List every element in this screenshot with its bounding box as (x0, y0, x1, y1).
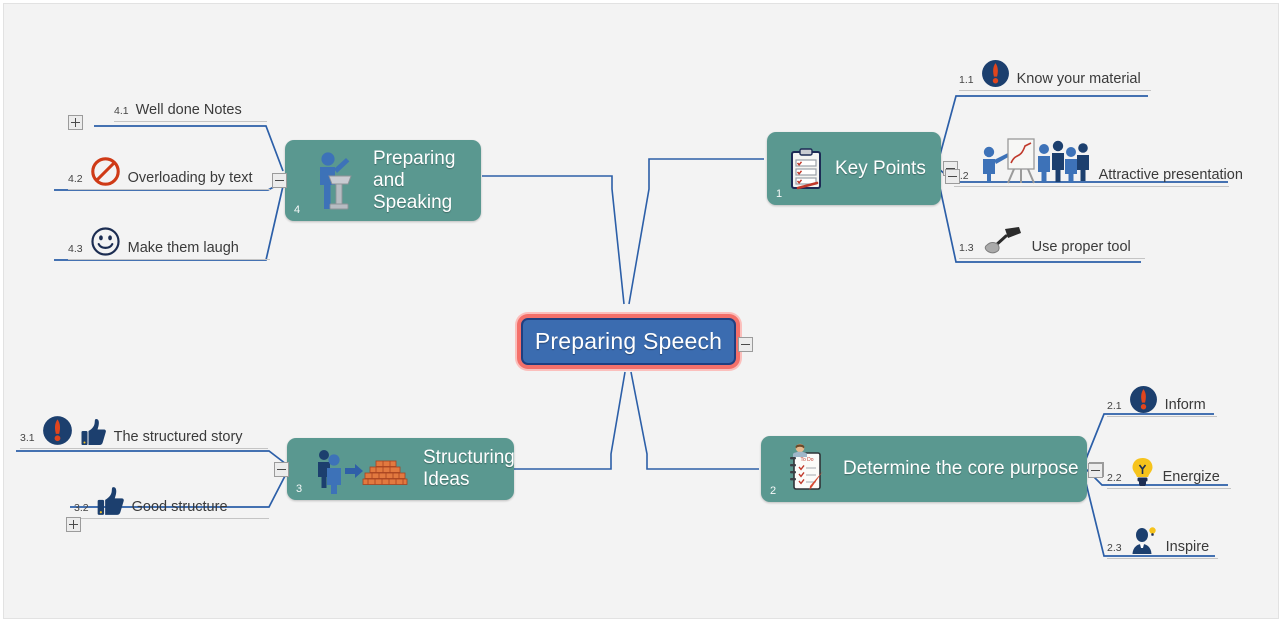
leaf-inform[interactable]: 2.1 Inform (1107, 385, 1217, 417)
leaf-label: Make them laugh (127, 240, 239, 256)
leaf-overloading-by-text[interactable]: 4.2 Overloading by text (68, 156, 270, 190)
topic-label: Structuring Ideas (423, 447, 515, 490)
person-idea-icon (1129, 526, 1159, 556)
plus-icon (72, 520, 75, 529)
speaker-podium-icon (309, 150, 359, 212)
leaf-number: 4.1 (114, 105, 129, 117)
leaf-label: Overloading by text (127, 170, 253, 186)
leaf-underline (1107, 416, 1217, 417)
leaf-underline (1107, 558, 1218, 559)
leaf-label: Inform (1164, 397, 1206, 413)
leaf-underline (954, 186, 1229, 187)
minus-icon (741, 343, 750, 346)
leaf-number: 3.2 (74, 502, 89, 514)
leaf-well-done-notes[interactable]: 4.1 Well done Notes (114, 102, 267, 122)
topic-number: 2 (770, 485, 777, 497)
lightbulb-icon (1129, 456, 1156, 486)
leaf-label: Know your material (1016, 71, 1141, 87)
leaf-number: 2.2 (1107, 472, 1122, 484)
todo-list-person-icon: To Do (783, 443, 829, 495)
leaf-well-done-notes-expand-button[interactable] (68, 115, 83, 130)
leaf-good-structure[interactable]: 3.2 Good structure (74, 486, 269, 519)
leaf-good-structure-expand-button[interactable] (66, 517, 81, 532)
leaf-underline (20, 448, 268, 449)
leaf-label: Good structure (131, 499, 228, 515)
leaf-label: Inspire (1165, 539, 1210, 555)
leaf-use-proper-tool[interactable]: 1.3 Use proper tool (959, 226, 1145, 259)
smiley-face-icon (90, 226, 121, 257)
leaf-label: Use proper tool (1031, 239, 1131, 255)
topic-structuring-ideas[interactable]: Structuring Ideas 3 (287, 438, 515, 500)
leaf-underline (68, 189, 270, 190)
leaf-number: 4.3 (68, 243, 83, 255)
thumbs-up-icon (96, 486, 125, 516)
central-topic-label: Preparing Speech (534, 328, 723, 354)
people-arrow-brickwall-icon (313, 444, 409, 494)
leaf-number: 2.1 (1107, 400, 1122, 412)
topic-structuring-ideas-collapse-button[interactable] (274, 462, 289, 477)
minus-icon (277, 468, 286, 471)
thumbs-up-icon (80, 418, 107, 446)
topic-number: 1 (776, 188, 783, 200)
central-topic-preparing-speech[interactable]: Preparing Speech (521, 318, 736, 365)
leaf-underline (74, 518, 269, 519)
presenter-flipchart-audience-icon (976, 136, 1092, 184)
exclamation-circle-icon (1129, 385, 1158, 414)
minus-icon (275, 179, 284, 182)
leaf-underline (114, 121, 267, 122)
leaf-inspire[interactable]: 2.3 Inspire (1107, 526, 1218, 559)
leaf-underline (68, 259, 270, 260)
mindmap-canvas: Preparing Speech Key Points 1 1.1 Know y… (3, 3, 1279, 619)
leaf-attractive-presentation[interactable]: 1.2 Attractive presentation (954, 136, 1243, 187)
clipboard-checklist-icon (789, 147, 823, 190)
prohibition-icon (90, 156, 121, 187)
topic-number: 4 (294, 204, 301, 216)
leaf-number: 3.1 (20, 432, 35, 444)
connector-lines (16, 95, 1228, 557)
leaf-underline (959, 258, 1145, 259)
exclamation-circle-icon (981, 59, 1010, 88)
topic-preparing-and-speaking-collapse-button[interactable] (272, 173, 287, 188)
leaf-label: Well done Notes (135, 102, 242, 118)
minus-icon (948, 175, 957, 178)
leaf-label: Attractive presentation (1098, 167, 1243, 183)
topic-preparing-and-speaking[interactable]: Preparing and Speaking 4 (285, 140, 481, 221)
leaf-attractive-presentation-collapse-button[interactable] (945, 169, 960, 184)
leaf-make-them-laugh[interactable]: 4.3 Make them laugh (68, 226, 270, 260)
leaf-number: 2.3 (1107, 542, 1122, 554)
leaf-know-your-material[interactable]: 1.1 Know your material (959, 59, 1151, 91)
hammer-tool-icon (981, 226, 1025, 256)
topic-determine-core-purpose[interactable]: To Do Determine the core purpose 2 (761, 436, 1087, 502)
topic-key-points[interactable]: Key Points 1 (767, 132, 941, 205)
topic-number: 3 (296, 483, 303, 495)
leaf-energize-collapse-button[interactable] (1088, 463, 1103, 478)
leaf-underline (959, 90, 1151, 91)
leaf-label: Energize (1162, 469, 1220, 485)
central-collapse-button[interactable] (738, 337, 753, 352)
topic-label: Key Points (835, 157, 926, 179)
leaf-number: 1.3 (959, 242, 974, 254)
topic-label: Preparing and Speaking (373, 147, 456, 213)
leaf-number: 4.2 (68, 173, 83, 185)
leaf-number: 1.1 (959, 74, 974, 86)
svg-text:To Do: To Do (800, 457, 813, 463)
leaf-the-structured-story[interactable]: 3.1 The structured story (20, 415, 268, 449)
leaf-energize[interactable]: 2.2 Energize (1107, 456, 1231, 489)
leaf-label: The structured story (113, 429, 243, 445)
plus-icon (74, 118, 77, 127)
exclamation-circle-icon (42, 415, 73, 446)
leaf-underline (1107, 488, 1231, 489)
minus-icon (1091, 469, 1100, 472)
topic-label: Determine the core purpose (843, 458, 1079, 479)
